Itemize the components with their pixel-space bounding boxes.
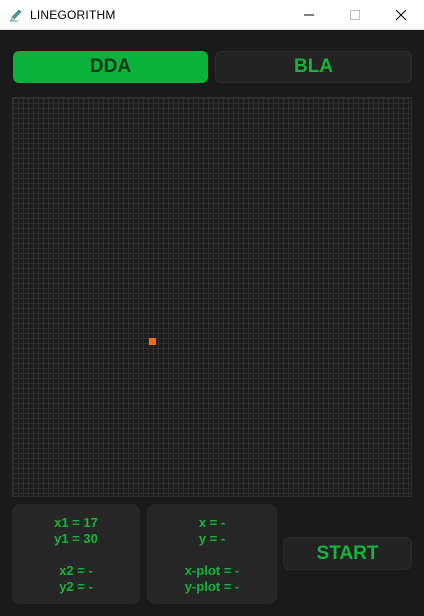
pixel-grid-canvas[interactable]	[12, 97, 412, 497]
x1-readout: x1 = 17	[54, 515, 98, 530]
pencil-icon	[8, 7, 24, 23]
x2-readout: x2 = -	[59, 563, 93, 578]
tab-bla[interactable]: BLA	[215, 51, 412, 83]
close-icon	[396, 10, 406, 20]
plotted-pixel	[149, 338, 156, 345]
x-readout: x = -	[198, 515, 226, 530]
minimize-button[interactable]	[286, 0, 332, 30]
y-plot-readout: y-plot = -	[184, 579, 240, 594]
tab-dda[interactable]: DDA	[13, 51, 208, 83]
start-button[interactable]: START	[283, 537, 412, 570]
maximize-button[interactable]	[332, 0, 378, 30]
y-readout: y = -	[198, 531, 226, 546]
coordinates-panel: x1 = 17 y1 = 30 x2 = - y2 = -	[12, 504, 140, 604]
y1-readout: y1 = 30	[54, 531, 98, 546]
x-plot-readout: x-plot = -	[184, 563, 240, 578]
y2-readout: y2 = -	[59, 579, 93, 594]
window-title: LINEGORITHM	[30, 7, 116, 22]
minimize-icon	[304, 14, 314, 16]
close-button[interactable]	[378, 0, 424, 30]
title-bar: LINEGORITHM	[0, 0, 424, 30]
maximize-icon	[350, 10, 360, 20]
app-content: DDA BLA x1 = 17 y1 = 30 x2 = - y2 = - x …	[0, 30, 424, 616]
variables-panel: x = - y = - x-plot = - y-plot = -	[147, 504, 277, 604]
